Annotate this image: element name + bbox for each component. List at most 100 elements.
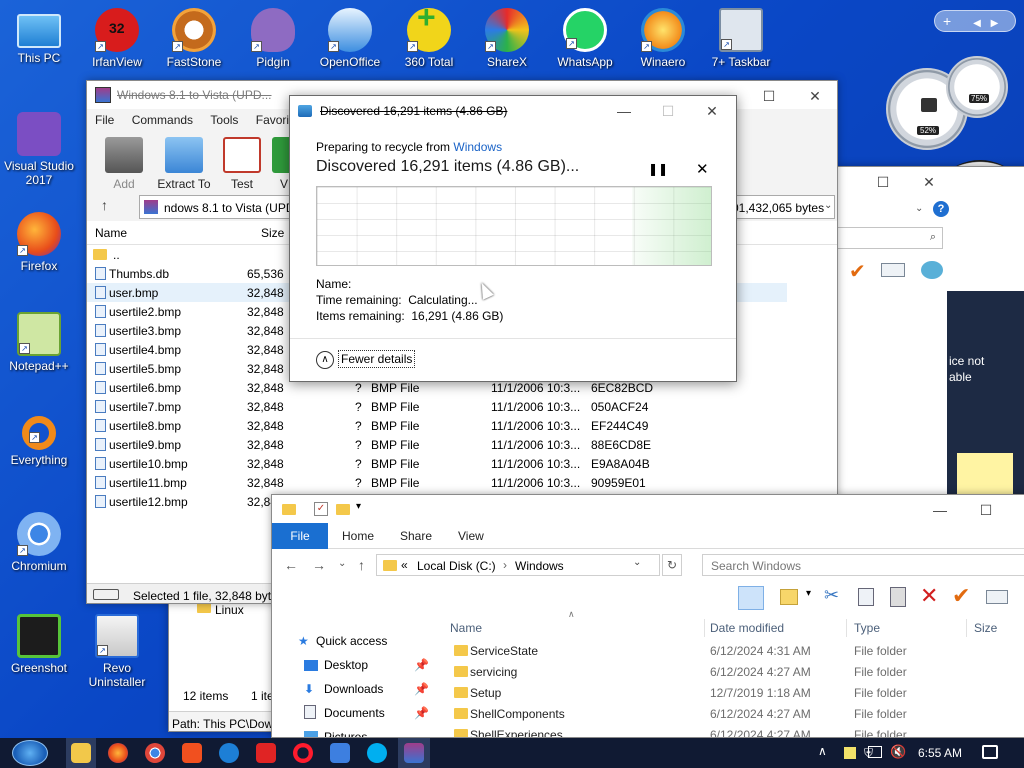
minimize-button[interactable]: — — [918, 495, 962, 525]
pause-button[interactable]: ❚❚ — [648, 162, 668, 176]
opera-icon[interactable] — [293, 743, 313, 763]
maximize-button[interactable]: ☐ — [964, 495, 1008, 525]
test-button[interactable]: Test — [211, 137, 273, 191]
winrar-icon[interactable] — [404, 743, 424, 763]
nav-desktop[interactable]: Desktop 📌 — [272, 653, 432, 677]
table-row[interactable]: ServiceState 6/12/2024 4:31 AM File folder — [448, 640, 1024, 661]
shell-icon[interactable] — [921, 261, 943, 279]
desktop-icon-openoffice[interactable]: ↗ OpenOffice — [313, 8, 387, 70]
customize-toolbar-icon[interactable]: ▾ — [356, 501, 361, 512]
close-button[interactable]: ✕ — [793, 81, 837, 111]
tab-file[interactable]: File — [272, 523, 328, 549]
desktop-icon-visual-studio[interactable]: Visual Studio 2017 — [2, 112, 76, 187]
column-type[interactable]: Type — [854, 621, 880, 635]
list-item[interactable]: usertile9.bmp 32,848? BMP File 11/1/2006 10… — [87, 435, 787, 454]
menu-file[interactable]: File — [95, 113, 114, 127]
app-icon[interactable] — [330, 743, 350, 763]
source-link[interactable]: Windows — [453, 140, 502, 154]
forward-button[interactable]: → — [312, 557, 326, 573]
desktop-icon-this-pc[interactable]: This PC — [2, 8, 76, 66]
dialog-title-bar[interactable]: Discovered 16,291 items (4.86 GB) — ☐ ✕ — [290, 96, 736, 126]
rename-icon[interactable] — [986, 590, 1008, 604]
desktop-icon-360-total[interactable]: + ↗ 360 Total — [392, 1, 466, 70]
volume-muted-icon[interactable]: 🔇 — [890, 744, 906, 760]
properties-icon[interactable]: ✓ — [314, 502, 328, 516]
minimize-button[interactable]: ☐ — [861, 167, 905, 197]
nav-quick-access[interactable]: ★ Quick access — [272, 629, 432, 653]
browser-icon[interactable] — [219, 743, 239, 763]
desktop-icon-greenshot[interactable]: Greenshot — [2, 614, 76, 676]
search-input[interactable]: Search Windows — [702, 554, 1024, 576]
nav-documents[interactable]: Documents 📌 — [272, 701, 432, 725]
column-size[interactable]: Size — [261, 226, 284, 240]
table-row[interactable]: ShellComponents 6/12/2024 4:27 AM File fol… — [448, 703, 1024, 724]
column-size[interactable]: Size — [974, 621, 997, 635]
paste-icon[interactable] — [890, 587, 906, 607]
maximize-button[interactable]: ☐ — [747, 81, 791, 111]
desktop-icon-faststone[interactable]: ↗ FastStone — [157, 8, 231, 70]
column-date-modified[interactable]: Date modified — [710, 621, 784, 635]
delete-icon[interactable]: ✕ — [920, 583, 938, 609]
up-button[interactable]: ↑ — [358, 557, 365, 573]
menu-commands[interactable]: Commands — [132, 113, 193, 127]
list-item[interactable]: usertile7.bmp 32,848? BMP File 11/1/2006 10… — [87, 397, 787, 416]
checkmark-icon[interactable]: ✔ — [849, 259, 866, 284]
chevron-down-icon[interactable]: ⌄ — [633, 557, 641, 568]
tab-view[interactable]: View — [458, 523, 484, 549]
breadcrumb-overflow-icon[interactable]: « — [401, 558, 408, 572]
desktop-icon-revo-uninstaller[interactable]: ↗ Revo Uninstaller — [80, 614, 154, 689]
close-button[interactable]: ✕ — [907, 167, 951, 197]
breadcrumb-local-disk[interactable]: Local Disk (C:) — [417, 559, 496, 573]
nav-pictures[interactable]: Pictures — [272, 725, 432, 737]
menu-tools[interactable]: Tools — [210, 113, 238, 127]
file-explorer-icon[interactable] — [71, 743, 91, 763]
cut-icon[interactable]: ✂ — [824, 585, 839, 606]
action-center-icon[interactable] — [982, 745, 998, 759]
list-item[interactable]: usertile8.bmp 32,848? BMP File 11/1/2006 10… — [87, 416, 787, 435]
close-button[interactable]: ✕ — [690, 96, 734, 126]
desktop-icon-7-taskbar[interactable]: ↗ 7+ Taskbar — [704, 8, 778, 70]
desktop-icon-sharex[interactable]: ↗ ShareX — [470, 8, 544, 70]
chevron-down-icon[interactable]: ▾ — [806, 588, 811, 599]
desktop-icon-whatsapp[interactable]: ↗ WhatsApp — [548, 8, 622, 70]
firefox-icon[interactable] — [108, 743, 128, 763]
table-row[interactable]: ShellExperiences 6/12/2024 4:27 AM File fo… — [448, 724, 1024, 737]
desktop-icon-chromium[interactable]: ↗ Chromium — [2, 512, 76, 574]
wps-icon[interactable] — [256, 743, 276, 763]
chrome-icon[interactable] — [145, 743, 165, 763]
up-arrow-icon[interactable]: ↑ — [101, 197, 108, 213]
properties-icon[interactable] — [780, 589, 798, 605]
brave-icon[interactable] — [182, 743, 202, 763]
tab-share[interactable]: Share — [400, 523, 432, 549]
rename-icon[interactable] — [881, 263, 905, 277]
desktop-icon-irfanview[interactable]: 32 ↗ IrfanView — [80, 8, 154, 70]
tab-home[interactable]: Home — [342, 523, 374, 549]
address-bar[interactable]: « Local Disk (C:) › Windows ⌄ — [376, 554, 660, 576]
table-row[interactable]: servicing 6/12/2024 4:27 AM File folder — [448, 661, 1024, 682]
back-button[interactable]: ← — [284, 557, 298, 573]
show-hidden-icons[interactable]: ∧ — [818, 744, 827, 758]
desktop-icon-winaero[interactable]: ↗ Winaero — [626, 8, 700, 70]
skype-icon[interactable] — [367, 743, 387, 763]
clock-time[interactable]: 6:55 AM — [918, 746, 962, 760]
gadget-next-icon[interactable]: ▶ — [991, 18, 999, 29]
desktop-icon-everything[interactable]: ↗ Everything — [2, 412, 76, 468]
desktop-icon-notepad-plus[interactable]: ↗ Notepad++ — [2, 312, 76, 374]
column-name[interactable]: Name — [450, 621, 482, 635]
chevron-down-icon[interactable]: ⌄ — [824, 200, 832, 211]
recent-locations-icon[interactable]: ⌄ — [338, 558, 346, 569]
desktop-icon-pidgin[interactable]: ↗ Pidgin — [236, 8, 310, 70]
sticky-notes-tray-icon[interactable] — [844, 747, 856, 759]
search-box[interactable]: ⌕ — [837, 227, 943, 249]
gadget-prev-icon[interactable]: ◀ — [973, 18, 981, 29]
cancel-button[interactable]: ✕ — [696, 160, 709, 178]
add-gadget-icon[interactable]: + — [943, 13, 951, 29]
start-button[interactable] — [12, 740, 48, 766]
nav-downloads[interactable]: ⬇ Downloads 📌 — [272, 677, 432, 701]
nav-item-linux[interactable]: Linux — [215, 603, 244, 617]
list-item[interactable]: usertile10.bmp 32,848? BMP File 11/1/2006 1… — [87, 454, 787, 473]
new-folder-icon[interactable] — [336, 504, 350, 515]
help-icon[interactable]: ? — [933, 201, 949, 217]
table-row[interactable]: Setup 12/7/2019 1:18 AM File folder — [448, 682, 1024, 703]
breadcrumb-windows[interactable]: Windows — [515, 559, 564, 573]
